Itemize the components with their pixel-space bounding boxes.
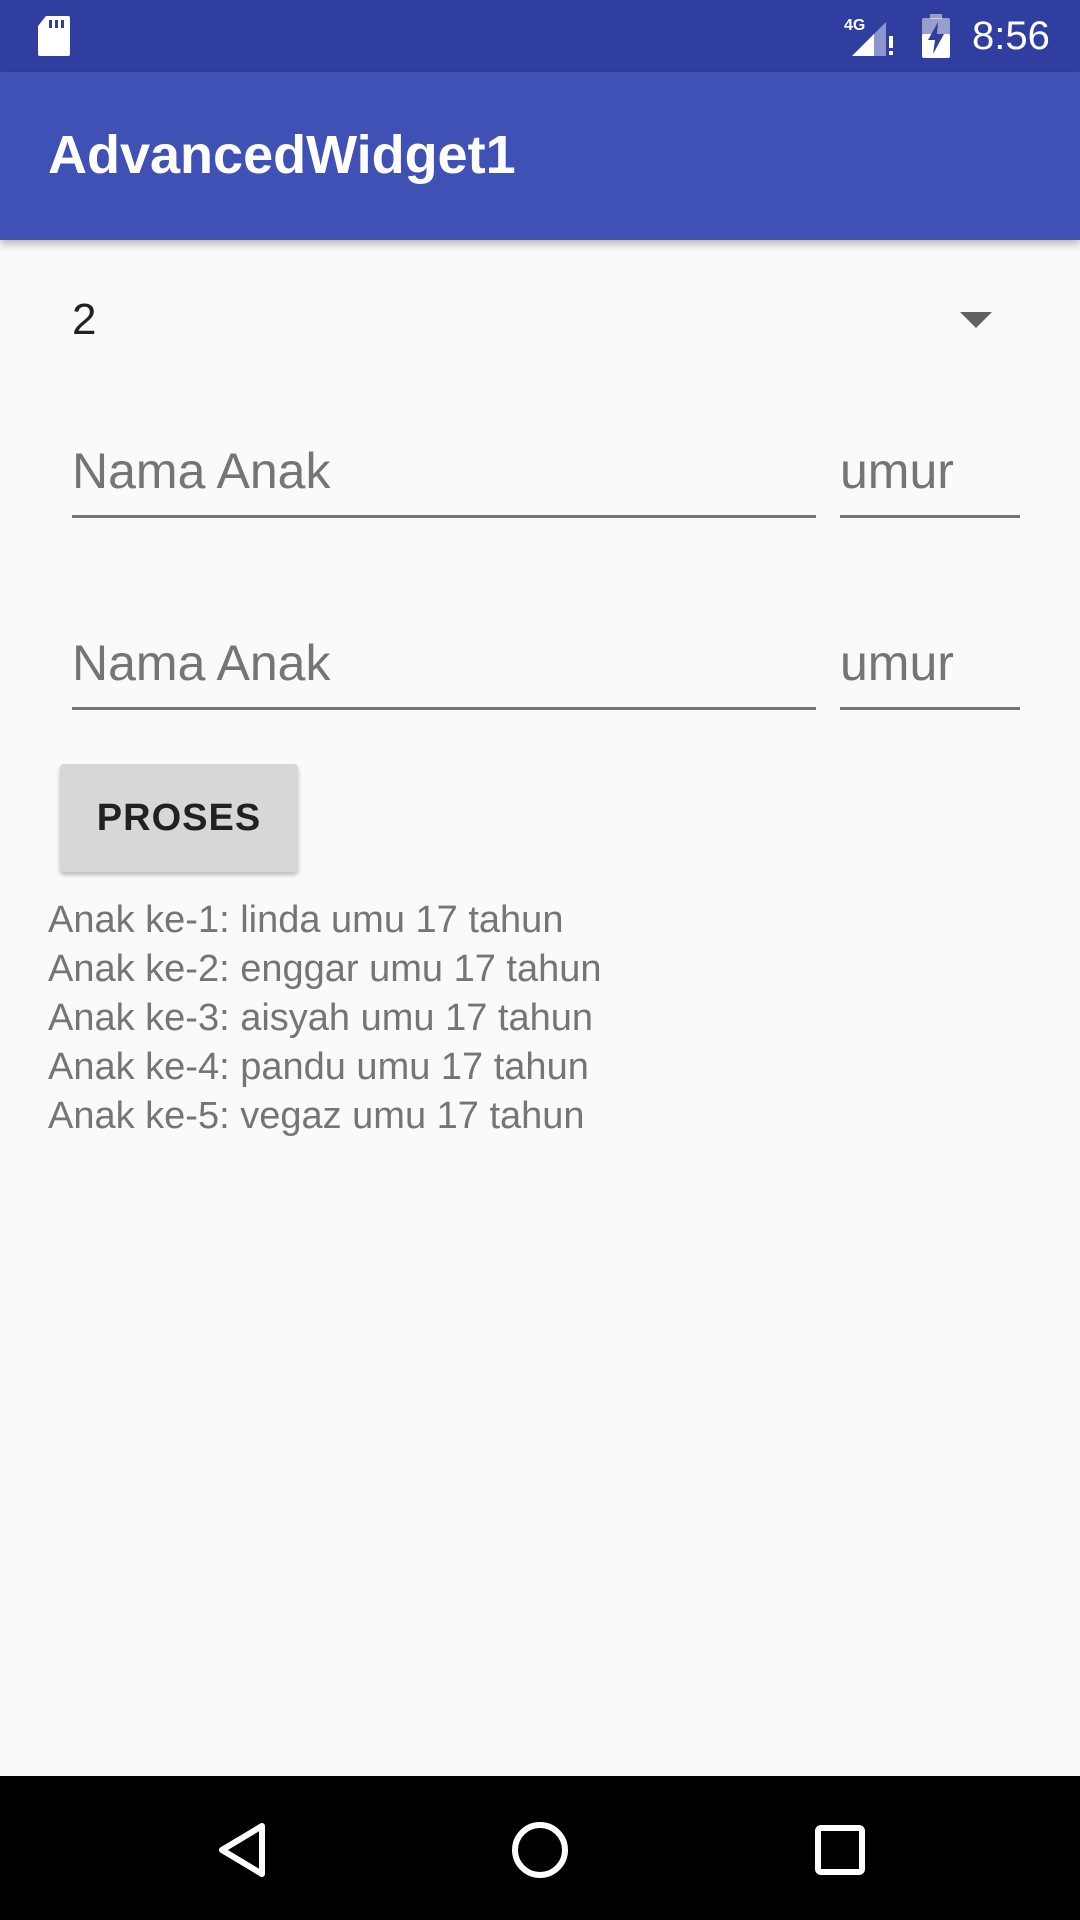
child-age-input-2[interactable] xyxy=(840,620,1020,706)
signal-icon: 4G xyxy=(844,17,893,56)
result-line: Anak ke-5: vegaz umu 17 tahun xyxy=(48,1095,585,1137)
child-age-field-2[interactable] xyxy=(840,620,1020,710)
child-age-field-1[interactable] xyxy=(840,428,1020,518)
proses-button[interactable]: PROSES xyxy=(60,764,298,872)
sd-card-icon xyxy=(38,16,70,56)
status-bar: 4G 8:56 xyxy=(0,0,1080,72)
child-name-field-1[interactable] xyxy=(72,428,816,518)
result-line: Anak ke-3: aisyah umu 17 tahun xyxy=(48,997,594,1039)
dropdown-arrow-icon xyxy=(960,312,992,328)
result-line: Anak ke-4: pandu umu 17 tahun xyxy=(48,1046,589,1088)
svg-text:4G: 4G xyxy=(844,17,865,34)
child-name-field-2[interactable] xyxy=(72,620,816,710)
app-title: AdvancedWidget1 xyxy=(48,125,516,185)
child-name-input-2[interactable] xyxy=(72,620,816,706)
spinner-selected-value: 2 xyxy=(72,295,97,344)
status-time: 8:56 xyxy=(972,14,1050,58)
child-age-input-1[interactable] xyxy=(840,428,1020,514)
navigation-bar xyxy=(0,1776,1080,1920)
result-line: Anak ke-2: enggar umu 17 tahun xyxy=(48,948,602,990)
recents-icon[interactable] xyxy=(814,1824,866,1876)
child-name-input-1[interactable] xyxy=(72,428,816,514)
back-icon[interactable] xyxy=(214,1820,270,1880)
battery-charging-icon xyxy=(922,14,950,58)
results-list: Anak ke-1: linda umu 17 tahun Anak ke-2:… xyxy=(48,896,948,1141)
main-content: 2 PROSES Anak ke-1: linda umu 17 tahun A… xyxy=(0,240,1080,1776)
result-line: Anak ke-1: linda umu 17 tahun xyxy=(48,899,564,941)
count-spinner[interactable]: 2 xyxy=(48,280,1032,360)
home-icon[interactable] xyxy=(510,1820,570,1880)
app-bar: AdvancedWidget1 xyxy=(0,72,1080,240)
